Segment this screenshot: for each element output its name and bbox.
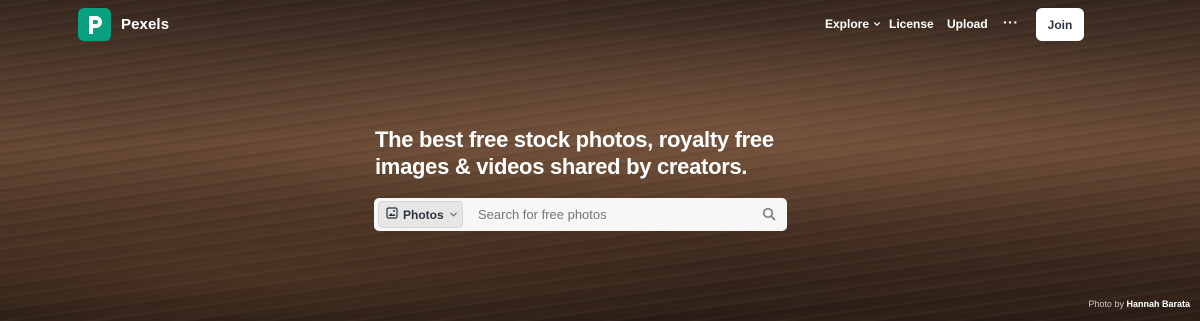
headline-line-2: images & videos shared by creators.	[375, 154, 748, 179]
explore-label: Explore	[825, 17, 870, 31]
brand-name[interactable]: Pexels	[121, 16, 169, 33]
top-navigation: Pexels Explore License Upload ··· Join	[0, 0, 1200, 50]
hero-banner: Pexels Explore License Upload ··· Join T…	[0, 0, 1200, 321]
image-icon	[386, 207, 398, 222]
search-input[interactable]	[474, 203, 744, 226]
license-link[interactable]: License	[889, 17, 934, 31]
chevron-down-icon	[873, 17, 881, 31]
chevron-down-icon	[449, 208, 458, 222]
media-type-dropdown[interactable]: Photos	[378, 201, 463, 228]
explore-menu[interactable]: Explore	[825, 17, 881, 31]
more-options-icon[interactable]: ···	[1003, 14, 1019, 30]
photo-credit: Photo by Hannah Barata	[1088, 299, 1190, 309]
media-type-label: Photos	[403, 207, 444, 222]
upload-link[interactable]: Upload	[947, 17, 988, 31]
search-icon[interactable]	[761, 206, 777, 222]
credit-prefix: Photo by	[1088, 299, 1124, 309]
photographer-link[interactable]: Hannah Barata	[1126, 299, 1190, 309]
join-button[interactable]: Join	[1036, 8, 1084, 41]
hero-headline: The best free stock photos, royalty free…	[375, 126, 795, 180]
search-bar: Photos	[374, 198, 787, 231]
pexels-logo-icon[interactable]	[78, 8, 111, 41]
headline-line-1: The best free stock photos, royalty free	[375, 127, 774, 152]
